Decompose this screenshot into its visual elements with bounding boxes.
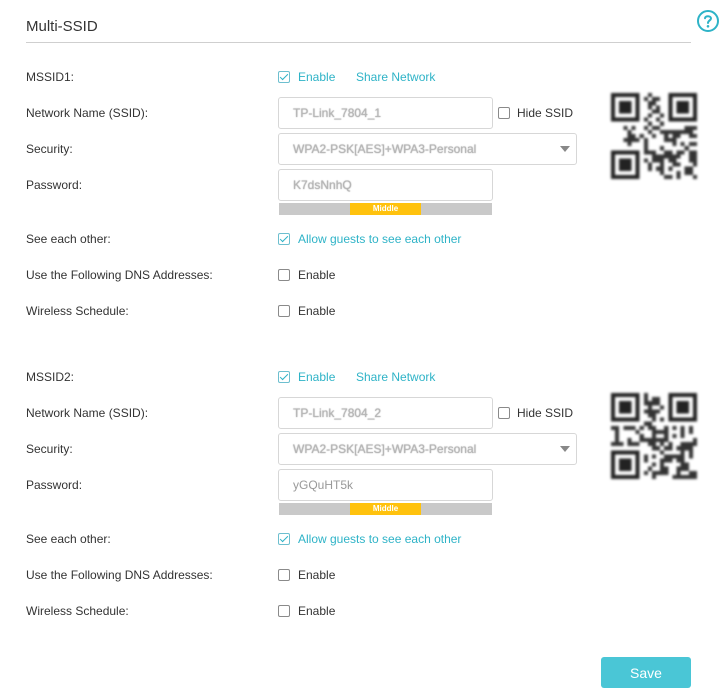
dns-label: Use the Following DNS Addresses: bbox=[26, 268, 213, 282]
security-select[interactable]: WPA2-PSK[AES]+WPA3-Personal bbox=[278, 433, 577, 465]
security-value: WPA2-PSK[AES]+WPA3-Personal bbox=[293, 142, 477, 156]
network-name-input[interactable]: TP-Link_7804_1 bbox=[278, 97, 493, 129]
share-network-link[interactable]: Share Network bbox=[356, 70, 435, 84]
security-value: WPA2-PSK[AES]+WPA3-Personal bbox=[293, 442, 477, 456]
dns-enable-checkbox[interactable] bbox=[278, 269, 290, 281]
allow-guests-checkbox[interactable] bbox=[278, 533, 290, 545]
allow-guests-checkbox[interactable] bbox=[278, 233, 290, 245]
security-label: Security: bbox=[26, 442, 73, 456]
hide-ssid-checkbox[interactable] bbox=[498, 107, 510, 119]
hide-ssid-label[interactable]: Hide SSID bbox=[517, 406, 573, 420]
save-button[interactable]: Save bbox=[601, 657, 691, 688]
enable-label[interactable]: Enable bbox=[298, 370, 335, 384]
network-name-input[interactable]: TP-Link_7804_2 bbox=[278, 397, 493, 429]
enable-label[interactable]: Enable bbox=[298, 70, 335, 84]
hide-ssid-label[interactable]: Hide SSID bbox=[517, 106, 573, 120]
qr-code-icon bbox=[611, 393, 697, 479]
hide-ssid-checkbox[interactable] bbox=[498, 407, 510, 419]
security-select[interactable]: WPA2-PSK[AES]+WPA3-Personal bbox=[278, 133, 577, 165]
caret-down-icon bbox=[560, 146, 570, 152]
dns-label: Use the Following DNS Addresses: bbox=[26, 568, 213, 582]
share-network-link[interactable]: Share Network bbox=[356, 370, 435, 384]
see-each-other-label: See each other: bbox=[26, 532, 111, 546]
mssid-section-1: MSSID1: Enable Share Network Network Nam… bbox=[0, 0, 727, 318]
dns-enable-label[interactable]: Enable bbox=[298, 268, 335, 282]
mssid-section-2: MSSID2: Enable Share Network Network Nam… bbox=[0, 300, 727, 618]
see-each-other-label: See each other: bbox=[26, 232, 111, 246]
caret-down-icon bbox=[560, 446, 570, 452]
dns-enable-checkbox[interactable] bbox=[278, 569, 290, 581]
allow-guests-label[interactable]: Allow guests to see each other bbox=[298, 532, 461, 546]
network-name-label: Network Name (SSID): bbox=[26, 106, 149, 120]
password-label: Password: bbox=[26, 178, 83, 192]
allow-guests-label[interactable]: Allow guests to see each other bbox=[298, 232, 461, 246]
password-strength-level: Middle bbox=[350, 503, 421, 515]
network-name-label: Network Name (SSID): bbox=[26, 406, 149, 420]
qr-code-icon bbox=[611, 93, 697, 179]
enable-checkbox[interactable] bbox=[278, 371, 290, 383]
mssid-label: MSSID2: bbox=[26, 370, 75, 384]
enable-checkbox[interactable] bbox=[278, 71, 290, 83]
password-strength-bar: Middle bbox=[279, 203, 492, 215]
password-strength-level: Middle bbox=[350, 203, 421, 215]
schedule-label: Wireless Schedule: bbox=[26, 604, 129, 618]
schedule-enable-label[interactable]: Enable bbox=[298, 604, 335, 618]
dns-enable-label[interactable]: Enable bbox=[298, 568, 335, 582]
password-input[interactable]: yGQuHT5k bbox=[278, 469, 493, 501]
password-strength-bar: Middle bbox=[279, 503, 492, 515]
password-input[interactable]: K7dsNnhQ bbox=[278, 169, 493, 201]
security-label: Security: bbox=[26, 142, 73, 156]
schedule-enable-checkbox[interactable] bbox=[278, 605, 290, 617]
mssid-label: MSSID1: bbox=[26, 70, 75, 84]
password-label: Password: bbox=[26, 478, 83, 492]
